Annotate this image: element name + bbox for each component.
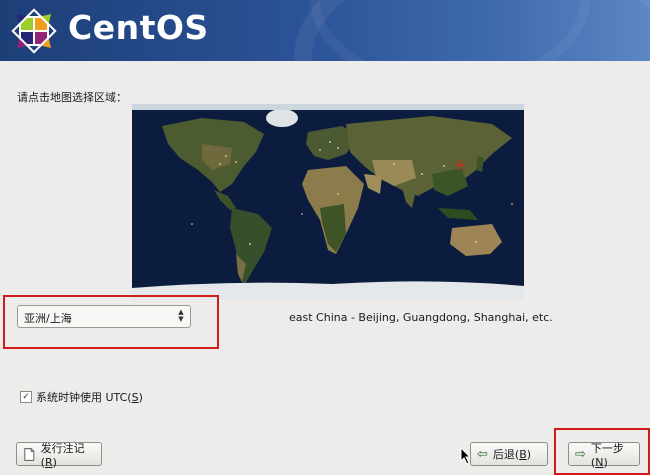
header-swirl bbox=[310, 0, 590, 61]
document-icon bbox=[24, 447, 35, 461]
centos-logo-icon bbox=[11, 8, 57, 54]
timezone-highlight bbox=[3, 295, 219, 349]
utc-checkbox-label[interactable]: 系统时钟使用 UTC(S) bbox=[36, 389, 143, 405]
header-banner: CentOS bbox=[0, 0, 650, 61]
back-label: 后退(B) bbox=[493, 446, 531, 462]
back-suffix: ) bbox=[526, 448, 532, 461]
arrow-left-icon: ⇦ bbox=[477, 446, 488, 462]
back-mnemonic: B bbox=[519, 448, 527, 461]
logo-text: CentOS bbox=[68, 8, 209, 47]
utc-label-suffix: ) bbox=[138, 391, 143, 404]
utc-checkbox[interactable]: ✓ bbox=[20, 391, 32, 403]
world-map[interactable] bbox=[132, 104, 524, 300]
release-notes-button[interactable]: 发行注记(R) bbox=[16, 440, 102, 469]
next-button-highlight bbox=[554, 428, 650, 475]
release-notes-mnemonic: R bbox=[44, 455, 53, 469]
back-text: 后退( bbox=[492, 448, 520, 461]
release-notes-suffix: ) bbox=[52, 455, 57, 469]
timezone-description: east China - Beijing, Guangdong, Shangha… bbox=[289, 311, 553, 324]
back-button[interactable]: ⇦ 后退(B) bbox=[470, 442, 548, 466]
map-prompt: 请点击地图选择区域： bbox=[17, 91, 127, 104]
utc-label-text: 系统时钟使用 UTC( bbox=[36, 391, 132, 404]
release-notes-label: 发行注记(R) bbox=[41, 440, 95, 469]
utc-label-mnemonic: S bbox=[131, 391, 139, 404]
